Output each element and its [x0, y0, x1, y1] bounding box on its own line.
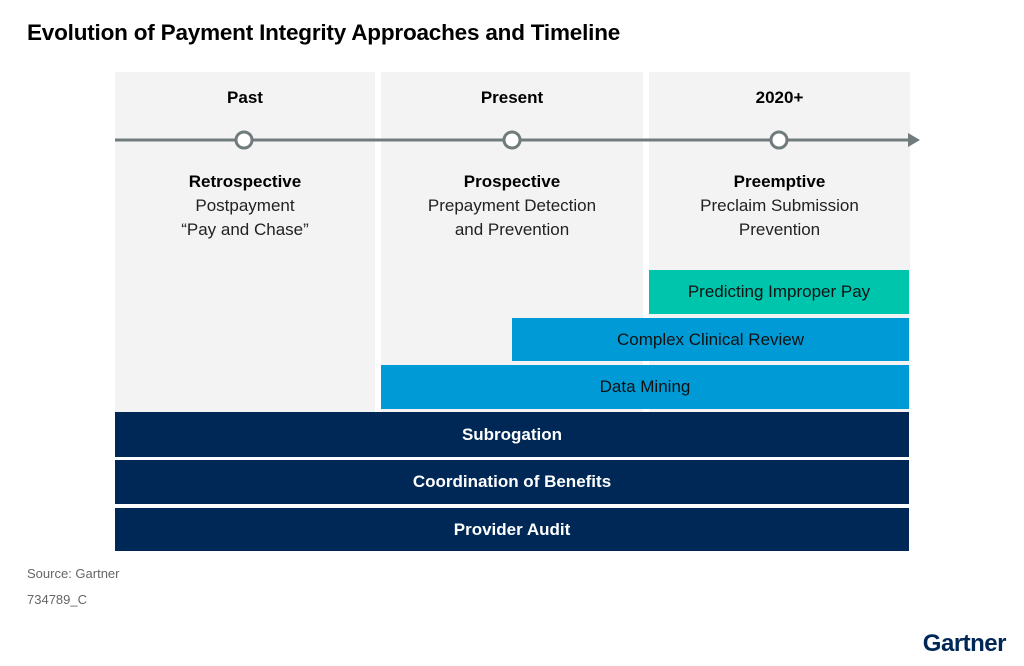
approach-line1: Prepayment Detection	[427, 196, 597, 215]
gartner-logo: Gartner	[922, 630, 1007, 657]
approach-name: Retrospective	[188, 172, 302, 191]
approach-line2: Prevention	[738, 220, 821, 239]
bar-data-mining: Data Mining	[381, 365, 909, 409]
timeline-marker-present	[502, 130, 522, 150]
approach-line1: Preclaim Submission	[700, 196, 859, 215]
timeline-arrow-icon	[908, 133, 920, 147]
bar-predicting-improper-pay: Predicting Improper Pay	[649, 270, 909, 314]
approach-name: Preemptive	[733, 172, 826, 191]
timeline-marker-past	[234, 130, 254, 150]
approach-line2: and Prevention	[454, 220, 570, 239]
timeline-marker-future	[769, 130, 789, 150]
approach-name: Prospective	[463, 172, 561, 191]
bar-subrogation: Subrogation	[115, 412, 909, 457]
era-description-present: Prospective Prepayment Detection and Pre…	[381, 170, 643, 242]
bar-provider-audit: Provider Audit	[115, 508, 909, 551]
era-description-past: Retrospective Postpayment “Pay and Chase…	[115, 170, 375, 242]
bar-coordination-of-benefits: Coordination of Benefits	[115, 460, 909, 504]
era-description-future: Preemptive Preclaim Submission Preventio…	[649, 170, 910, 242]
document-id: 734789_C	[27, 592, 87, 607]
source-note: Source: Gartner	[27, 566, 120, 581]
approach-line1: Postpayment	[195, 196, 295, 215]
bar-complex-clinical-review: Complex Clinical Review	[512, 318, 909, 361]
approach-line2: “Pay and Chase”	[181, 220, 309, 239]
